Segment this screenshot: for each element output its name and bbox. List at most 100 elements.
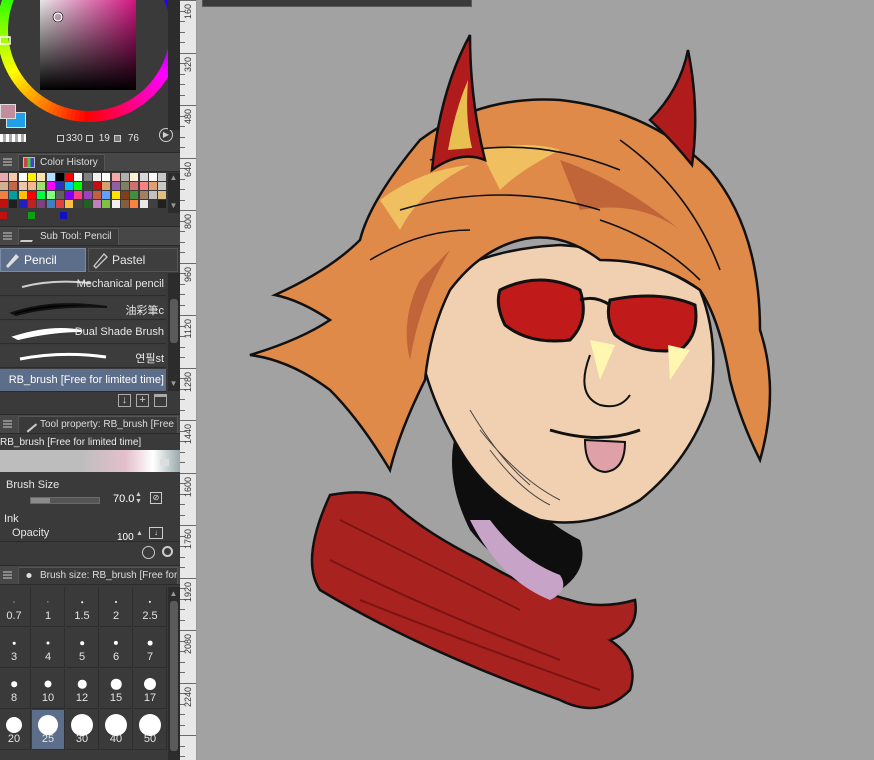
color-history-swatch[interactable] — [93, 173, 101, 181]
color-history-swatch[interactable] — [27, 173, 36, 181]
color-history-swatch[interactable] — [74, 173, 83, 181]
color-history-swatch[interactable] — [27, 191, 36, 199]
brush-size-preset[interactable]: 10 — [32, 669, 65, 709]
color-history-swatch[interactable] — [46, 200, 55, 208]
color-history-scrollbar[interactable]: ▲ ▼ — [168, 173, 180, 213]
color-history-swatch[interactable] — [37, 191, 46, 199]
download-brush-icon[interactable]: ↓ — [118, 394, 131, 407]
color-history-swatch[interactable] — [93, 191, 101, 199]
color-wheel-scrollbar[interactable] — [168, 0, 180, 130]
color-history-swatch[interactable] — [9, 173, 18, 181]
main-color-swatch[interactable] — [0, 104, 16, 119]
color-history-swatch[interactable] — [55, 173, 64, 181]
color-history-swatch[interactable] — [46, 191, 55, 199]
scroll-thumb[interactable] — [170, 601, 178, 751]
color-history-swatch[interactable] — [55, 182, 64, 190]
color-history-swatch[interactable] — [28, 212, 35, 219]
color-history-swatch[interactable] — [130, 173, 139, 181]
duplicate-brush-icon[interactable]: + — [136, 394, 149, 407]
color-history-swatch[interactable] — [102, 173, 111, 181]
color-history-swatch[interactable] — [93, 182, 101, 190]
transparent-color-swatch[interactable] — [0, 134, 26, 142]
brush-size-preset[interactable]: 0.7 — [0, 587, 31, 627]
opacity-spinner-icon[interactable]: ▲ — [136, 530, 143, 537]
brush-size-preset[interactable]: 15 — [100, 669, 133, 709]
brush-item-mechanical-pencil[interactable]: Mechanical pencil — [0, 273, 166, 296]
brush-size-preset[interactable]: 1 — [32, 587, 65, 627]
color-history-swatch[interactable] — [0, 200, 8, 208]
color-history-swatch[interactable] — [148, 173, 157, 181]
brush-item-rb-brush[interactable]: RB_brush [Free for limited time] — [0, 369, 166, 392]
color-history-swatch[interactable] — [148, 182, 157, 190]
color-history-swatch[interactable] — [139, 191, 148, 199]
color-history-swatch[interactable] — [158, 173, 167, 181]
color-history-swatch[interactable] — [83, 182, 92, 190]
color-history-swatch[interactable] — [9, 200, 18, 208]
panel-grip-icon[interactable] — [3, 232, 12, 240]
color-history-swatch[interactable] — [18, 173, 27, 181]
brush-size-preset[interactable]: 40 — [100, 710, 133, 750]
canvas-artwork[interactable] — [198, 0, 874, 760]
color-history-swatch[interactable] — [158, 182, 167, 190]
color-history-swatch[interactable] — [37, 200, 46, 208]
wheel-mode-button[interactable]: ▶ — [159, 128, 173, 142]
scroll-thumb[interactable] — [170, 299, 178, 343]
color-history-swatch[interactable] — [111, 191, 120, 199]
search-wrench-icon[interactable] — [162, 546, 173, 557]
brush-item-pencil-st[interactable]: 연필st — [0, 345, 166, 368]
sub-tool-group-pencil[interactable]: Pencil — [0, 248, 86, 272]
color-history-swatch[interactable] — [37, 173, 46, 181]
opacity-pen-pressure-button[interactable]: ↓ — [149, 527, 163, 539]
color-history-swatch[interactable] — [55, 191, 64, 199]
color-history-swatch[interactable] — [60, 212, 67, 219]
color-history-swatch[interactable] — [18, 200, 27, 208]
brush-size-preset[interactable]: 3 — [0, 628, 31, 668]
brush-size-preset[interactable]: 4 — [32, 628, 65, 668]
hue-ring-segment[interactable] — [88, 110, 94, 122]
tab-brush-size[interactable]: Brush size: RB_brush [Free for li — [18, 566, 178, 584]
brush-size-preset[interactable]: 50 — [134, 710, 167, 750]
brush-size-preset[interactable]: 12 — [66, 669, 99, 709]
color-history-swatch[interactable] — [74, 182, 83, 190]
brush-size-preset[interactable]: 17 — [134, 669, 167, 709]
color-history-swatch[interactable] — [158, 191, 167, 199]
color-history-swatch[interactable] — [27, 182, 36, 190]
color-history-swatch[interactable] — [120, 200, 129, 208]
color-history-swatch[interactable] — [0, 182, 8, 190]
hue-ring-segment[interactable] — [0, 29, 9, 35]
color-history-swatch[interactable] — [120, 173, 129, 181]
color-history-swatch[interactable] — [0, 173, 8, 181]
color-history-swatch[interactable] — [102, 182, 111, 190]
color-history-swatch[interactable] — [120, 191, 129, 199]
color-history-swatch[interactable] — [9, 191, 18, 199]
brush-list-scrollbar[interactable]: ▼ — [168, 273, 180, 391]
color-history-swatch[interactable] — [93, 200, 101, 208]
color-history-swatch[interactable] — [83, 191, 92, 199]
brush-size-preset[interactable]: 2 — [100, 587, 133, 627]
color-history-swatch[interactable] — [148, 191, 157, 199]
color-history-swatch[interactable] — [65, 191, 74, 199]
color-wheel[interactable] — [0, 0, 180, 130]
color-history-swatch[interactable] — [65, 200, 74, 208]
brush-item-oil[interactable]: 油彩筆c — [0, 297, 166, 320]
scroll-up-icon[interactable]: ▲ — [168, 589, 179, 599]
tab-tool-property[interactable]: Tool property: RB_brush [Free fo — [18, 415, 178, 433]
brush-size-preset[interactable]: 6 — [100, 628, 133, 668]
color-history-swatch[interactable] — [111, 200, 120, 208]
brush-size-value[interactable]: 70.0 — [113, 493, 134, 505]
color-history-swatch[interactable] — [0, 212, 7, 219]
tab-sub-tool[interactable]: Sub Tool: Pencil — [18, 227, 119, 245]
scroll-down-icon[interactable]: ▼ — [168, 379, 179, 389]
panel-grip-icon[interactable] — [3, 158, 12, 166]
color-history-swatch[interactable] — [139, 182, 148, 190]
color-history-swatch[interactable] — [139, 173, 148, 181]
color-history-swatch[interactable] — [83, 200, 92, 208]
color-history-swatch[interactable] — [130, 200, 139, 208]
color-history-swatch[interactable] — [9, 182, 18, 190]
brush-item-dual-shade[interactable]: Dual Shade Brush — [0, 321, 166, 344]
brush-size-preset[interactable]: 5 — [66, 628, 99, 668]
color-history-swatch[interactable] — [130, 191, 139, 199]
color-history-swatch[interactable] — [148, 200, 157, 208]
color-history-swatch[interactable] — [158, 200, 167, 208]
brush-size-preset[interactable]: 7 — [134, 628, 167, 668]
